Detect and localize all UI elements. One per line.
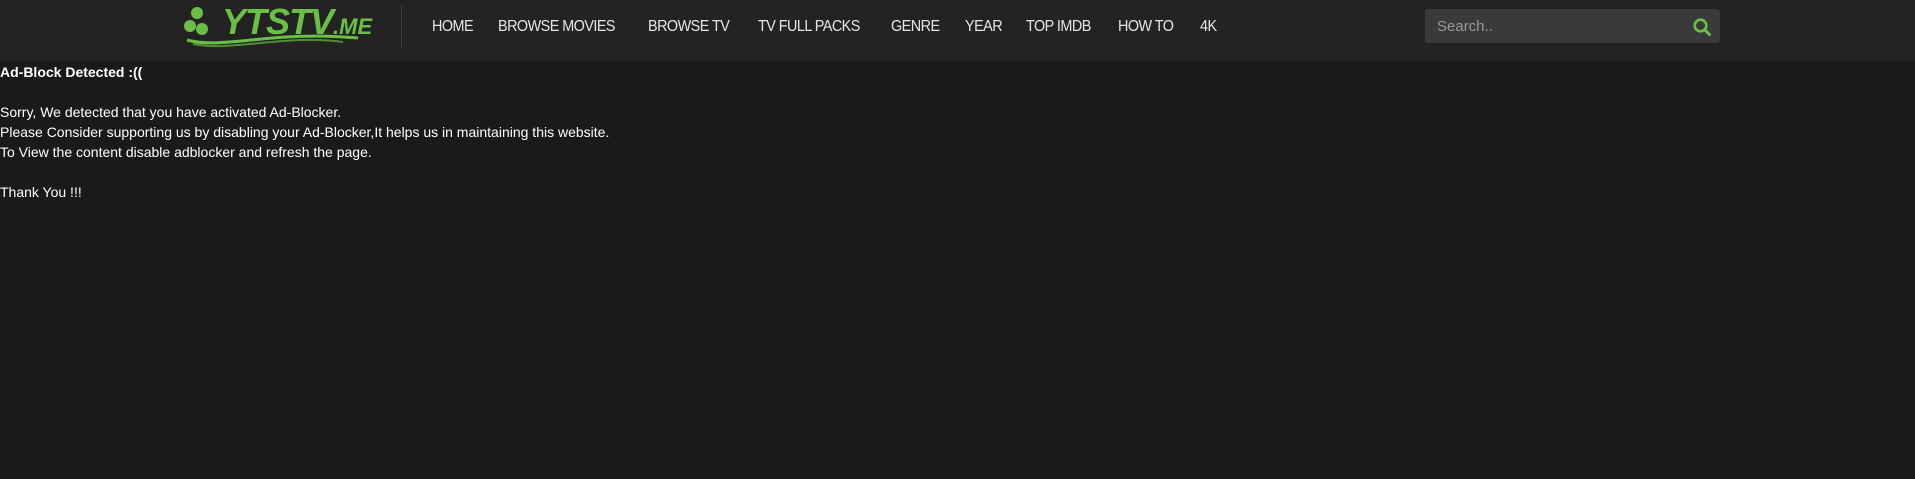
main-nav: HOME BROWSE MOVIES BROWSE TV TV FULL PAC… <box>432 14 1238 40</box>
search-box <box>1425 9 1720 43</box>
nav-item-browse-tv[interactable]: BROWSE TV <box>648 18 730 36</box>
header-divider <box>401 5 402 48</box>
site-logo[interactable]: YTSTV.ME <box>183 0 373 48</box>
notice-line-1: Sorry, We detected that you have activat… <box>0 104 342 120</box>
logo-name: YTSTV <box>222 1 334 42</box>
nav-item-genre[interactable]: GENRE <box>891 18 940 36</box>
notice-heading: Ad-Block Detected :(( <box>0 64 143 80</box>
notice-line-3: To View the content disable adblocker an… <box>0 144 372 160</box>
logo-tld: .ME <box>333 14 373 39</box>
search-icon[interactable] <box>1692 17 1712 37</box>
logo-text: YTSTV.ME <box>222 2 372 47</box>
notice-line-2: Please Consider supporting us by disabli… <box>0 124 610 140</box>
nav-item-browse-movies[interactable]: BROWSE MOVIES <box>498 18 616 36</box>
top-navigation-bar: YTSTV.ME HOME BROWSE MOVIES BROWSE TV TV… <box>0 0 1915 61</box>
nav-item-tv-full-packs[interactable]: TV FULL PACKS <box>758 18 860 36</box>
nav-item-how-to[interactable]: HOW TO <box>1118 18 1174 36</box>
adblock-notice: Ad-Block Detected :(( Sorry, We detected… <box>0 62 609 202</box>
nav-item-4k[interactable]: 4K <box>1200 18 1217 36</box>
notice-spacer <box>0 82 609 102</box>
nav-item-top-imdb[interactable]: TOP IMDB <box>1026 18 1091 36</box>
nav-item-year[interactable]: YEAR <box>965 18 1003 36</box>
nav-item-home[interactable]: HOME <box>432 18 474 36</box>
search-input[interactable] <box>1425 9 1687 43</box>
notice-spacer <box>0 162 609 182</box>
notice-closing: Thank You !!! <box>0 184 82 200</box>
